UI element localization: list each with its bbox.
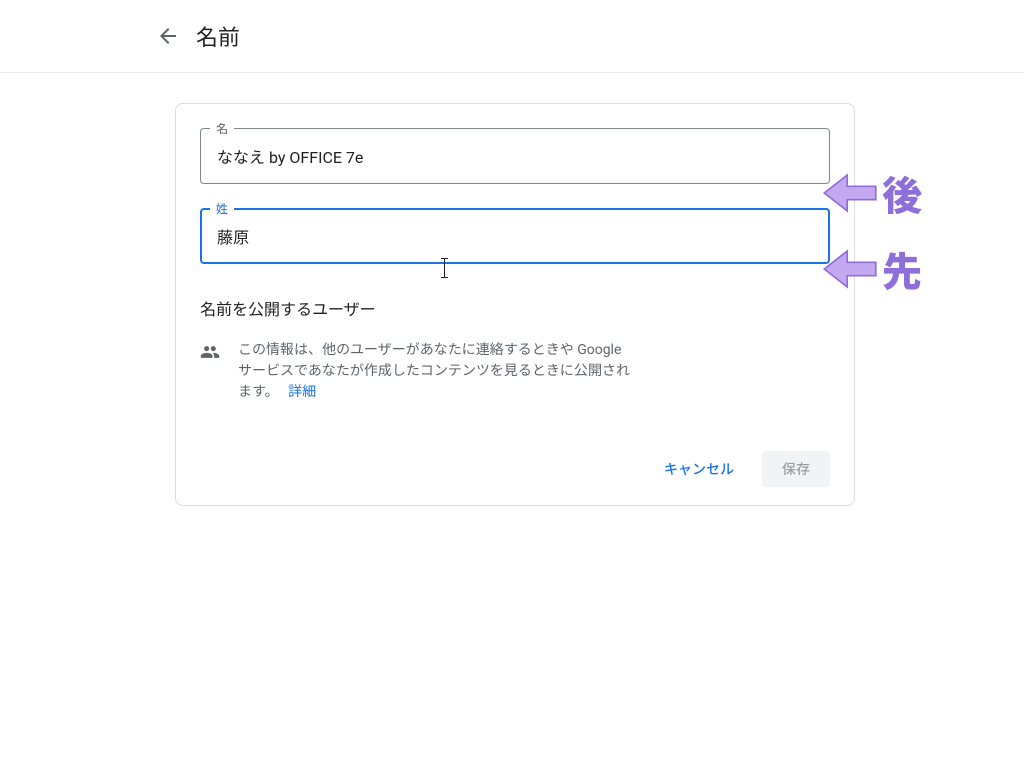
people-icon: [200, 340, 220, 366]
visibility-description: この情報は、他のユーザーがあなたに連絡するときや Google サービスであなた…: [238, 340, 638, 403]
annotation-top: 後: [822, 164, 922, 222]
given-name-label: 名: [210, 120, 234, 137]
save-button: 保存: [762, 451, 830, 487]
page-header: 名前: [0, 0, 1024, 73]
given-name-input[interactable]: [200, 128, 830, 184]
annotation-bottom: 先: [822, 240, 922, 298]
annotation-top-text: 後: [882, 164, 922, 222]
page-title: 名前: [196, 20, 240, 52]
learn-more-link[interactable]: 詳細: [288, 384, 316, 400]
button-row: キャンセル 保存: [200, 451, 830, 487]
given-name-field: 名: [200, 128, 830, 184]
cancel-button[interactable]: キャンセル: [644, 451, 754, 487]
back-arrow-icon: [156, 24, 180, 48]
back-button[interactable]: [148, 16, 188, 56]
annotation-arrow-icon: [822, 241, 878, 297]
family-name-input[interactable]: [200, 208, 830, 264]
visibility-section-title: 名前を公開するユーザー: [200, 296, 830, 320]
visibility-info-row: この情報は、他のユーザーがあなたに連絡するときや Google サービスであなた…: [200, 340, 830, 403]
annotation-bottom-text: 先: [882, 240, 922, 298]
name-form-card: 名 姓 名前を公開するユーザー この情報は、他のユーザーがあなたに連絡するときや…: [175, 103, 855, 506]
annotation-arrow-icon: [822, 165, 878, 221]
family-name-label: 姓: [210, 200, 234, 217]
family-name-field: 姓: [200, 208, 830, 264]
